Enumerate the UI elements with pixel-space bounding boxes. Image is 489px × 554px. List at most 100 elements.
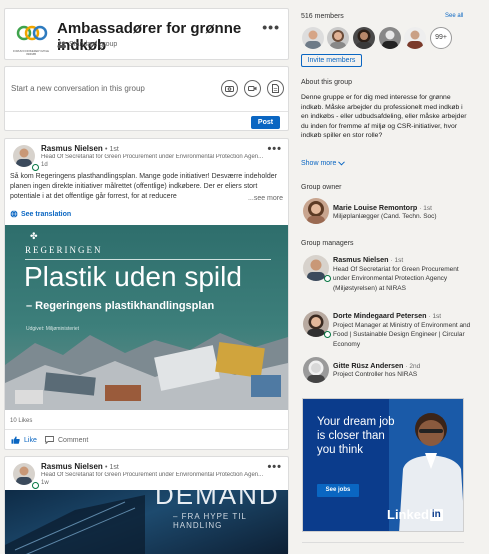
manager-name[interactable]: Gitte Rüsz Andersen — [333, 361, 403, 370]
post-image-subheadline: – Regeringens plastikhandlingsplan — [26, 300, 215, 312]
post-more-button[interactable]: ••• — [267, 461, 282, 473]
online-indicator — [32, 164, 39, 171]
like-button[interactable]: Like — [11, 436, 37, 444]
manager-avatar[interactable] — [303, 357, 329, 383]
comment-icon — [45, 436, 54, 444]
manager-degree: · 2nd — [405, 363, 421, 370]
likes-count[interactable]: 10 Likes — [10, 418, 32, 424]
post-image-tagline: – FRA HYPE TIL HANDLING — [173, 512, 247, 530]
owner-name-line: Marie Louise Remontorp · 1st — [333, 203, 432, 212]
post-card: Rasmus Nielsen • 1st Head Of Secretariat… — [4, 456, 289, 554]
group-type: Standard group — [57, 41, 117, 48]
group-title[interactable]: Ambassadører for grønne indkøb — [57, 20, 288, 54]
post-image-big-word: DEMAND — [155, 490, 280, 510]
composer-input[interactable]: Start a new conversation in this group — [11, 84, 145, 93]
camera-button[interactable] — [221, 80, 238, 97]
group-logo-text: FORUM FOR BÆREDYGTIGE INDKØB — [12, 50, 50, 56]
post-author-name[interactable]: Rasmus Nielsen — [41, 462, 103, 471]
manager-name[interactable]: Dorte Mindegaard Petersen — [333, 311, 426, 320]
online-indicator — [32, 482, 39, 489]
group-header-card: FORUM FOR BÆREDYGTIGE INDKØB Ambassadøre… — [4, 8, 289, 60]
member-avatar[interactable] — [379, 27, 401, 49]
group-people-icon — [57, 41, 66, 48]
see-all-link[interactable]: See all — [445, 13, 463, 19]
manager-name-line: Rasmus Nielsen · 1st — [333, 255, 403, 264]
manager-name-line: Gitte Rüsz Andersen · 2nd — [333, 361, 420, 370]
ad-cta-button[interactable]: See jobs — [317, 484, 359, 497]
post-image[interactable]: ✤ REGERINGEN Plastik uden spild – Regeri… — [5, 225, 288, 410]
person-avatar-icon — [330, 30, 346, 49]
post-actions-divider — [5, 429, 288, 430]
ad-brand-text: Linked — [387, 507, 429, 522]
group-managers-title: Group managers — [301, 240, 354, 247]
post-author-line: Rasmus Nielsen • 1st — [41, 462, 119, 471]
manager-name-line: Dorte Mindegaard Petersen · 1st — [333, 311, 441, 320]
post-image-small-print: Udgivet: Miljøministeriet — [26, 326, 80, 332]
invite-members-button[interactable]: Invite members — [301, 54, 362, 67]
post-image-brand: REGERINGEN — [25, 245, 103, 255]
camera-icon — [225, 86, 234, 92]
post-author-avatar[interactable] — [13, 463, 35, 485]
person-avatar-icon — [356, 29, 372, 49]
post-time: 1w — [41, 480, 49, 486]
ad-headline: Your dream job is closer than you think — [317, 416, 395, 456]
ad-brand-in-badge: in — [429, 508, 443, 521]
comment-button[interactable]: Comment — [45, 436, 88, 444]
post-image-rule — [25, 259, 271, 260]
thumbs-up-icon — [11, 436, 20, 444]
post-author-avatar[interactable] — [13, 145, 35, 167]
post-image-headline: Plastik uden spild — [24, 261, 242, 292]
post-more-button[interactable]: ••• — [267, 143, 282, 155]
see-translation-label: See translation — [21, 210, 72, 218]
post-author-headline: Head Of Secretariat for Green Procuremen… — [41, 154, 264, 160]
page: FORUM FOR BÆREDYGTIGE INDKØB Ambassadøre… — [0, 0, 489, 554]
online-indicator — [324, 275, 331, 282]
comment-label: Comment — [58, 436, 89, 444]
manager-name[interactable]: Rasmus Nielsen — [333, 255, 389, 264]
composer-divider — [5, 111, 288, 112]
member-avatars: 99+ — [302, 27, 462, 49]
person-avatar-icon — [407, 30, 423, 49]
group-owner-title: Group owner — [301, 184, 342, 191]
post-image[interactable]: DEMAND – FRA HYPE TIL HANDLING — [5, 490, 288, 554]
group-type-label: Standard group — [69, 41, 118, 48]
group-more-button[interactable]: ••• — [262, 19, 280, 35]
member-avatar[interactable] — [353, 27, 375, 49]
about-title: About this group — [301, 79, 352, 86]
ad-brand-logo: Linked in — [387, 507, 443, 522]
document-icon — [272, 84, 279, 93]
member-avatar[interactable] — [302, 27, 324, 49]
owner-name[interactable]: Marie Louise Remontorp — [333, 203, 417, 212]
video-button[interactable] — [244, 80, 261, 97]
manager-headline: Head Of Secretariat for Green Procuremen… — [333, 266, 459, 292]
group-logo[interactable]: FORUM FOR BÆREDYGTIGE INDKØB — [11, 23, 51, 56]
post-author-line: Rasmus Nielsen • 1st — [41, 144, 119, 153]
see-more-link[interactable]: ...see more — [241, 194, 283, 204]
document-button[interactable] — [267, 80, 284, 97]
post-body-text: Så kom Regeringens plasthandlingsplan. M… — [10, 173, 277, 200]
post-card: Rasmus Nielsen • 1st Head Of Secretariat… — [4, 138, 289, 450]
owner-avatar[interactable] — [303, 198, 329, 224]
member-avatar[interactable] — [327, 27, 349, 49]
post-button[interactable]: Post — [251, 116, 280, 129]
show-more-label: Show more — [301, 160, 337, 167]
manager-degree: · 1st — [428, 313, 442, 320]
owner-headline: Miljøplanlægger (Cand. Techn. Soc) — [333, 213, 437, 220]
owner-degree: · 1st — [419, 205, 432, 212]
chevron-down-icon — [338, 161, 346, 166]
post-author-degree: • 1st — [105, 146, 119, 153]
job-ad[interactable]: Your dream job is closer than you think … — [302, 398, 464, 532]
show-more-link[interactable]: Show more — [301, 160, 346, 167]
like-label: Like — [24, 436, 37, 444]
online-indicator — [324, 331, 331, 338]
globe-icon — [10, 210, 18, 218]
manager-headline: Project Controller hos NIRAS — [333, 371, 418, 378]
sidebar-divider — [302, 542, 464, 543]
post-author-degree: • 1st — [105, 464, 119, 471]
more-members-badge[interactable]: 99+ — [430, 27, 452, 49]
member-avatar[interactable] — [404, 27, 426, 49]
see-translation-link[interactable]: See translation — [10, 210, 71, 218]
post-author-name[interactable]: Rasmus Nielsen — [41, 144, 103, 153]
person-avatar-icon — [382, 30, 398, 49]
manager-headline: Project Manager at Ministry of Environme… — [333, 322, 471, 348]
